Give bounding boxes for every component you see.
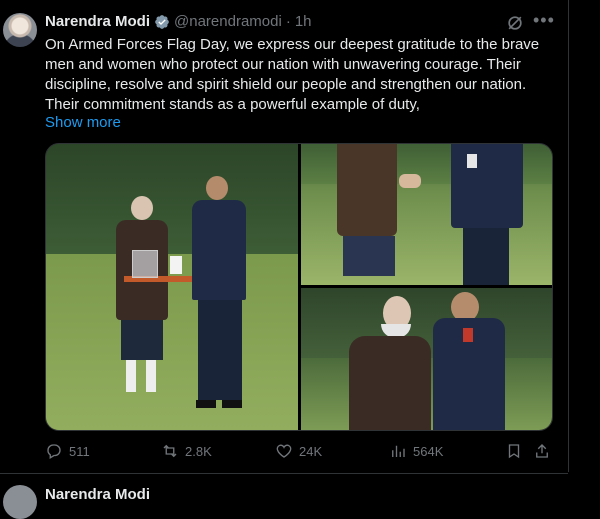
reply-count: 511 — [69, 443, 90, 459]
views-count: 564K — [413, 443, 444, 459]
separator-dot: · — [285, 13, 291, 30]
bookmark-button[interactable] — [505, 442, 523, 460]
verified-badge-icon — [155, 15, 169, 29]
photo-flag-pinning[interactable] — [301, 288, 552, 430]
more-icon[interactable]: ••• — [533, 11, 554, 31]
post-timestamp[interactable]: 1h — [295, 13, 312, 31]
media-grid — [45, 143, 553, 431]
post[interactable]: Narendra Modi @narendramodi · 1h ••• On … — [0, 0, 569, 472]
post-header: Narendra Modi @narendramodi · 1h — [45, 13, 312, 31]
author-avatar[interactable] — [3, 13, 37, 47]
bookmark-icon — [508, 444, 520, 459]
post-text: On Armed Forces Flag Day, we express our… — [45, 35, 555, 115]
author-handle[interactable]: @narendramodi — [174, 13, 282, 31]
views-icon — [392, 445, 405, 457]
like-count: 24K — [299, 443, 323, 459]
repost-button[interactable]: 2.8K — [161, 442, 212, 460]
next-author-name[interactable]: Narendra Modi — [45, 486, 150, 503]
reply-icon — [47, 444, 61, 459]
grok-icon[interactable] — [505, 13, 525, 33]
repost-count: 2.8K — [185, 443, 212, 459]
scrollbar[interactable] — [584, 0, 600, 491]
share-icon — [536, 444, 548, 458]
post-text-line: men and women who protect our nation wit… — [45, 56, 521, 73]
next-author-avatar[interactable] — [3, 485, 37, 519]
reply-button[interactable]: 511 — [45, 442, 90, 460]
show-more-link[interactable]: Show more — [45, 114, 121, 131]
repost-icon — [163, 444, 177, 458]
author-name[interactable]: Narendra Modi — [45, 13, 150, 31]
heart-icon — [276, 444, 292, 458]
post-text-line: On Armed Forces Flag Day, we express our… — [45, 36, 540, 53]
views-button[interactable]: 564K — [389, 442, 443, 460]
post-text-line: discipline, resolve and spirit shield ou… — [45, 76, 527, 93]
post-text-line: Their commitment stands as a powerful ex… — [45, 96, 420, 113]
post-actions: 511 2.8K 24K 564K — [45, 440, 555, 462]
like-button[interactable]: 24K — [275, 442, 322, 460]
share-button[interactable] — [533, 442, 551, 460]
next-post[interactable]: Narendra Modi — [0, 473, 568, 519]
photo-handshake[interactable] — [301, 144, 552, 285]
photo-presentation[interactable] — [46, 144, 298, 430]
